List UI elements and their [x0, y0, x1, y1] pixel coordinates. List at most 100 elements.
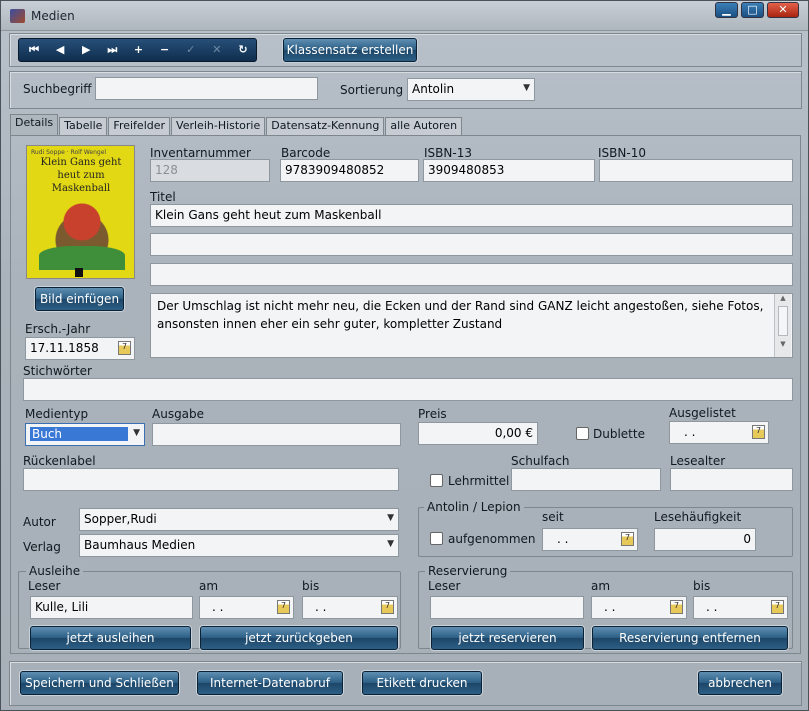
lehrmittel-checkbox[interactable] — [430, 474, 443, 487]
ausleihe-am-input[interactable]: . . 7 — [199, 596, 294, 619]
confirm-icon[interactable]: ✓ — [178, 39, 204, 61]
res-am-input[interactable]: . . 7 — [591, 596, 687, 619]
reservieren-button[interactable]: jetzt reservieren — [431, 626, 584, 650]
schulfach-input[interactable] — [511, 468, 661, 491]
stich-input[interactable] — [23, 378, 793, 401]
ausgelistet-value: . . — [684, 425, 696, 439]
klassensatz-button[interactable]: Klassensatz erstellen — [283, 38, 417, 62]
tab-alle-autoren[interactable]: alle Autoren — [385, 117, 463, 135]
last-record-icon[interactable]: ⏭ — [99, 39, 125, 61]
cover-authors: Rudi Soppe · Rolf Wengel — [31, 149, 107, 156]
medientyp-select[interactable]: Buch ▼ — [25, 423, 145, 446]
verlag-value: Baumhaus Medien — [84, 538, 196, 552]
tab-datensatz-kennung[interactable]: Datensatz-Kennung — [266, 117, 385, 135]
autor-label: Autor — [23, 515, 56, 529]
zurueckgeben-button[interactable]: jetzt zurückgeben — [200, 626, 398, 650]
calendar-icon[interactable]: 7 — [277, 600, 290, 614]
lesealter-label: Lesealter — [670, 454, 726, 468]
jahr-input[interactable]: 17.11.1858 7 — [25, 337, 135, 360]
note-scrollbar[interactable]: ▲ ▼ — [774, 294, 791, 357]
ausgelistet-input[interactable]: . . 7 — [669, 421, 769, 444]
aufgenommen-label: aufgenommen — [448, 532, 536, 546]
inventar-input[interactable]: 128 — [150, 159, 270, 182]
calendar-icon[interactable]: 7 — [771, 600, 784, 614]
verlag-select[interactable]: Baumhaus Medien ▼ — [79, 534, 399, 557]
scroll-thumb[interactable] — [778, 306, 788, 336]
scroll-down-icon[interactable]: ▼ — [775, 340, 791, 348]
lesealter-input[interactable] — [670, 468, 793, 491]
dropdown-arrow-icon[interactable]: ▼ — [387, 539, 394, 549]
cover-grass — [39, 246, 125, 270]
save-close-button[interactable]: Speichern und Schließen — [20, 671, 179, 695]
first-record-icon[interactable]: ⏮ — [21, 39, 47, 61]
ausgabe-input[interactable] — [152, 423, 401, 446]
ausleihen-button[interactable]: jetzt ausleihen — [30, 626, 191, 650]
refresh-icon[interactable]: ↻ — [230, 39, 256, 61]
etikett-drucken-button[interactable]: Etikett drucken — [362, 671, 482, 695]
search-input[interactable] — [95, 77, 318, 100]
jahr-label: Ersch.-Jahr — [25, 322, 91, 336]
delete-record-icon[interactable]: − — [152, 39, 178, 61]
res-bis-input[interactable]: . . 7 — [693, 596, 788, 619]
close-button[interactable]: ✕ — [767, 2, 799, 18]
seit-input[interactable]: . . 7 — [542, 528, 638, 551]
seit-value: . . — [557, 532, 569, 546]
scroll-up-icon[interactable]: ▲ — [775, 294, 791, 302]
calendar-icon[interactable]: 7 — [670, 600, 683, 614]
isbn10-input[interactable] — [599, 159, 793, 182]
barcode-label: Barcode — [281, 146, 331, 160]
inventar-label: Inventarnummer — [150, 146, 251, 160]
ausleihe-leser-label: Leser — [28, 579, 61, 593]
isbn13-input[interactable]: 3909480853 — [423, 159, 595, 182]
minimize-button[interactable]: ▁ — [715, 2, 738, 18]
dublette-checkbox[interactable] — [576, 427, 589, 440]
titel3-input[interactable] — [150, 263, 793, 286]
dropdown-arrow-icon[interactable]: ▼ — [387, 513, 394, 523]
jahr-value: 17.11.1858 — [30, 341, 99, 355]
ausleihe-bis-label: bis — [302, 579, 320, 593]
cancel-edit-icon[interactable]: ✕ — [204, 39, 230, 61]
insert-image-button[interactable]: Bild einfügen — [35, 287, 124, 311]
tab-details[interactable]: Details — [10, 114, 59, 135]
seit-label: seit — [542, 510, 564, 524]
haeufigkeit-input[interactable]: 0 — [654, 528, 756, 551]
ausleihe-leser-input[interactable]: Kulle, Lili — [30, 596, 193, 619]
titel-input[interactable]: Klein Gans geht heut zum Maskenball — [150, 204, 793, 227]
dropdown-arrow-icon[interactable]: ▼ — [133, 428, 140, 438]
dropdown-arrow-icon[interactable]: ▼ — [523, 83, 530, 93]
aufgenommen-checkbox[interactable] — [430, 532, 443, 545]
medientyp-label: Medientyp — [25, 407, 89, 421]
calendar-icon[interactable]: 7 — [118, 341, 131, 355]
maximize-button[interactable]: □ — [741, 2, 764, 18]
next-record-icon[interactable]: ▶ — [73, 39, 99, 61]
prev-record-icon[interactable]: ◀ — [47, 39, 73, 61]
sort-value: Antolin — [412, 82, 455, 96]
titel2-input[interactable] — [150, 233, 793, 256]
tab-freifelder[interactable]: Freifelder — [108, 117, 171, 135]
autor-select[interactable]: Sopper,Rudi ▼ — [79, 508, 399, 531]
res-am-label: am — [591, 579, 611, 593]
tab-bar: Details Tabelle Freifelder Verleih-Histo… — [10, 114, 463, 135]
tab-verleih-historie[interactable]: Verleih-Historie — [171, 117, 266, 135]
sort-select[interactable]: Antolin ▼ — [407, 78, 535, 101]
condition-note[interactable]: Der Umschlag ist nicht mehr neu, die Eck… — [150, 293, 793, 358]
title-bar: Medien ▁ □ ✕ — [1, 1, 808, 31]
calendar-icon[interactable]: 7 — [381, 600, 394, 614]
ausleihe-bis-value: . . — [315, 600, 327, 614]
cancel-button[interactable]: abbrechen — [698, 671, 782, 695]
preis-label: Preis — [418, 407, 447, 421]
stich-label: Stichwörter — [23, 364, 92, 378]
preis-input[interactable]: 0,00 € — [418, 422, 538, 445]
barcode-input[interactable]: 9783909480852 — [280, 159, 419, 182]
internet-datenabruf-button[interactable]: Internet-Datenabruf — [197, 671, 343, 695]
reservierung-entfernen-button[interactable]: Reservierung entfernen — [592, 626, 788, 650]
tab-tabelle[interactable]: Tabelle — [59, 117, 108, 135]
ruecken-input[interactable] — [23, 468, 399, 491]
res-leser-input[interactable] — [430, 596, 584, 619]
calendar-icon[interactable]: 7 — [752, 425, 765, 439]
calendar-icon[interactable]: 7 — [621, 532, 634, 546]
dublette-label: Dublette — [593, 427, 645, 441]
ausleihe-bis-input[interactable]: . . 7 — [302, 596, 398, 619]
add-record-icon[interactable]: + — [125, 39, 151, 61]
ruecken-label: Rückenlabel — [23, 454, 96, 468]
